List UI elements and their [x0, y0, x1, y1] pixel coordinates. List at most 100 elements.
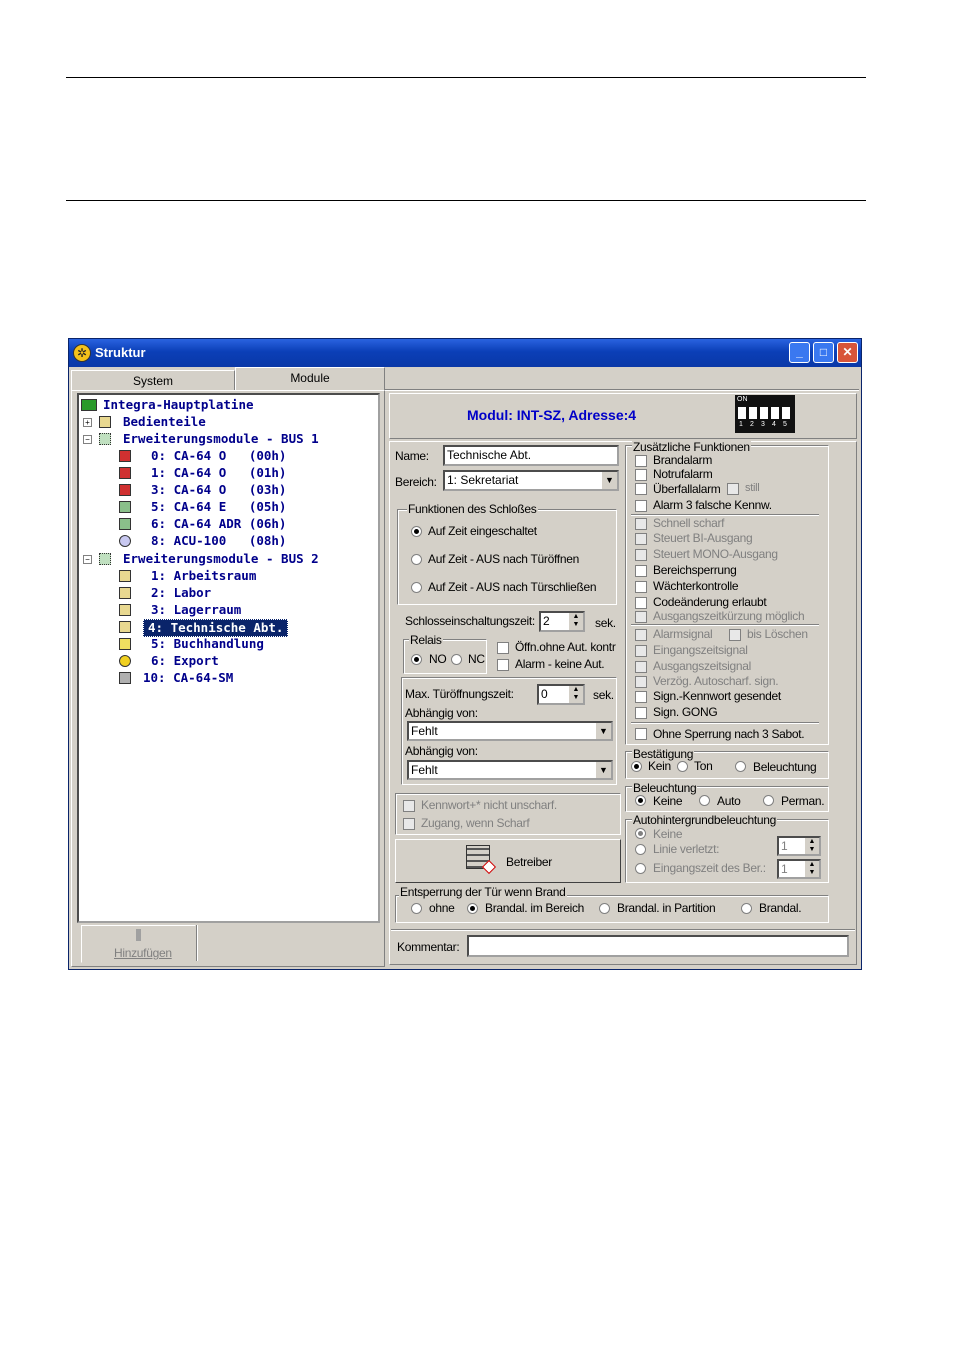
- beleuchtung-option-2[interactable]: Perman.: [781, 794, 825, 808]
- kommentar-input[interactable]: [467, 935, 849, 957]
- schloss-radio-2[interactable]: [411, 582, 422, 593]
- zusatz-check[interactable]: [635, 629, 647, 641]
- autohint-radio-1[interactable]: [635, 844, 646, 855]
- dropdown-arrow-icon[interactable]: ▼: [595, 723, 611, 739]
- sperrung-label[interactable]: Ohne Sperrung nach 3 Sabot.: [653, 727, 805, 741]
- zusatz-label[interactable]: Verzög. Autoscharf. sign.: [653, 674, 779, 688]
- zusatz-label[interactable]: Schnell scharf: [653, 516, 724, 530]
- zusatz-check[interactable]: [635, 645, 647, 657]
- beleuchtung-radio-2[interactable]: [763, 795, 774, 806]
- betreiber-button[interactable]: Betreiber: [395, 839, 621, 883]
- zusatz-label[interactable]: Alarm 3 falsche Kennw.: [653, 498, 772, 512]
- bestaetigung-option-2[interactable]: Beleuchtung: [753, 760, 817, 774]
- spinner-icon[interactable]: ▲ ▼: [569, 686, 583, 703]
- kennwort-check-0[interactable]: [403, 800, 415, 812]
- zusatz-check[interactable]: [635, 676, 647, 688]
- abhaengig-select-1[interactable]: Fehlt ▼: [407, 760, 613, 780]
- maximize-button[interactable]: □: [813, 342, 834, 363]
- zusatz-label[interactable]: Bereichsperrung: [653, 563, 737, 577]
- beleuchtung-radio-1[interactable]: [699, 795, 710, 806]
- autohint-option-2[interactable]: Eingangszeit des Ber.:: [653, 861, 766, 875]
- tree-bus2-item[interactable]: 10: CA-64-SM: [143, 670, 233, 686]
- tree-bus2-item[interactable]: 1: Arbeitsraum: [151, 568, 256, 584]
- beleuchtung-radio-0[interactable]: [635, 795, 646, 806]
- still-check[interactable]: [727, 483, 739, 495]
- autohint-option-1[interactable]: Linie verletzt:: [653, 842, 720, 856]
- bestaetigung-option-0[interactable]: Kein: [648, 759, 671, 773]
- zusatz-check[interactable]: [635, 549, 647, 561]
- close-button[interactable]: ✕: [837, 342, 858, 363]
- zusatz-label[interactable]: Überfallalarm: [653, 482, 721, 496]
- schloss-option-2[interactable]: Auf Zeit - AUS nach Türschließen: [428, 580, 597, 594]
- spinner-icon[interactable]: ▲ ▼: [805, 861, 819, 877]
- autohint-radio-2[interactable]: [635, 863, 646, 874]
- relais-nc-label[interactable]: NC: [468, 652, 485, 666]
- tree-bus1-item[interactable]: 6: CA-64 ADR (06h): [151, 516, 286, 532]
- expand-bedienteile-icon[interactable]: +: [83, 418, 92, 427]
- kennwort-check-0-label[interactable]: Kennwort+* nicht unscharf.: [421, 798, 557, 812]
- relais-nc-radio[interactable]: [451, 654, 462, 665]
- tree-bus2-item[interactable]: 3: Lagerraum: [151, 602, 241, 618]
- zusatz-label[interactable]: Sign.-Kennwort gesendet: [653, 689, 781, 703]
- schlosszeit-input[interactable]: 2 ▲ ▼: [539, 611, 585, 632]
- zusatz-label[interactable]: Sign. GONG: [653, 705, 718, 719]
- relais-no-radio[interactable]: [411, 654, 422, 665]
- zusatz-label[interactable]: Steuert MONO-Ausgang: [653, 547, 778, 561]
- tree-bus2-item[interactable]: 2: Labor: [151, 585, 211, 601]
- tree-bedienteile[interactable]: Bedienteile: [123, 414, 206, 430]
- sperrung-check[interactable]: [635, 728, 647, 740]
- module-tree[interactable]: Integra-Hauptplatine + Bedienteile − Erw…: [77, 393, 380, 923]
- bestaetigung-radio-0[interactable]: [631, 761, 642, 772]
- tree-bus2-item-selected[interactable]: 4: Technische Abt.: [143, 619, 289, 637]
- brand-option-2[interactable]: Brandal. in Partition: [617, 901, 716, 915]
- spinner-icon[interactable]: ▲ ▼: [569, 613, 583, 630]
- beleuchtung-option-0[interactable]: Keine: [653, 794, 683, 808]
- abhaengig-select-0[interactable]: Fehlt ▼: [407, 721, 613, 741]
- zusatz-check[interactable]: [635, 661, 647, 673]
- collapse-bus1-icon[interactable]: −: [83, 435, 92, 444]
- zusatz-check[interactable]: [635, 469, 647, 481]
- bestaetigung-radio-1[interactable]: [677, 761, 688, 772]
- zusatz-check[interactable]: [635, 500, 647, 512]
- tree-bus1-item[interactable]: 3: CA-64 O (03h): [151, 482, 286, 498]
- brand-radio-1[interactable]: [467, 903, 478, 914]
- dropdown-arrow-icon[interactable]: ▼: [595, 762, 611, 778]
- dropdown-arrow-icon[interactable]: ▼: [601, 472, 617, 489]
- bestaetigung-radio-2[interactable]: [735, 761, 746, 772]
- bis-loeschen-label[interactable]: bis Löschen: [747, 627, 808, 641]
- name-input[interactable]: Technische Abt.: [443, 445, 619, 466]
- add-button[interactable]: Hinzufügen: [81, 925, 196, 963]
- zusatz-label[interactable]: Codeänderung erlaubt: [653, 595, 767, 609]
- schloss-option-1[interactable]: Auf Zeit - AUS nach Türöffnen: [428, 552, 579, 566]
- zusatz-check[interactable]: [635, 483, 647, 495]
- brand-radio-2[interactable]: [599, 903, 610, 914]
- zusatz-check[interactable]: [635, 581, 647, 593]
- tree-bus1-item[interactable]: 5: CA-64 E (05h): [151, 499, 286, 515]
- title-bar[interactable]: ✲ Struktur _ □ ✕: [69, 339, 861, 367]
- zusatz-label[interactable]: Brandalarm: [653, 453, 712, 467]
- brand-radio-0[interactable]: [411, 903, 422, 914]
- zusatz-check[interactable]: [635, 611, 647, 623]
- beleuchtung-option-1[interactable]: Auto: [717, 794, 741, 808]
- zusatz-check[interactable]: [635, 455, 647, 467]
- zusatz-label[interactable]: Wächterkontrolle: [653, 579, 739, 593]
- relais-check-1[interactable]: [497, 659, 509, 671]
- tab-module[interactable]: Module: [235, 367, 385, 391]
- spinner-icon[interactable]: ▲ ▼: [805, 838, 819, 854]
- collapse-bus2-icon[interactable]: −: [83, 555, 92, 564]
- zusatz-check[interactable]: [635, 691, 647, 703]
- tree-bus2[interactable]: Erweiterungsmodule - BUS 2: [123, 551, 319, 567]
- autohint-radio-0[interactable]: [635, 828, 646, 839]
- brand-option-0[interactable]: ohne: [429, 901, 455, 915]
- tree-bus2-item[interactable]: 5: Buchhandlung: [151, 636, 264, 652]
- brand-option-1[interactable]: Brandal. im Bereich: [485, 901, 584, 915]
- kennwort-check-1[interactable]: [403, 818, 415, 830]
- relais-check-0-label[interactable]: Öffn.ohne Aut. kontr: [515, 640, 616, 654]
- bereich-select[interactable]: 1: Sekretariat ▼: [443, 470, 619, 491]
- tree-bus1-item[interactable]: 8: ACU-100 (08h): [151, 533, 286, 549]
- tree-root[interactable]: Integra-Hauptplatine: [103, 397, 254, 413]
- relais-no-label[interactable]: NO: [429, 652, 447, 666]
- still-label[interactable]: still: [745, 482, 760, 494]
- zusatz-label[interactable]: Steuert BI-Ausgang: [653, 531, 753, 545]
- relais-check-1-label[interactable]: Alarm - keine Aut.: [515, 657, 605, 671]
